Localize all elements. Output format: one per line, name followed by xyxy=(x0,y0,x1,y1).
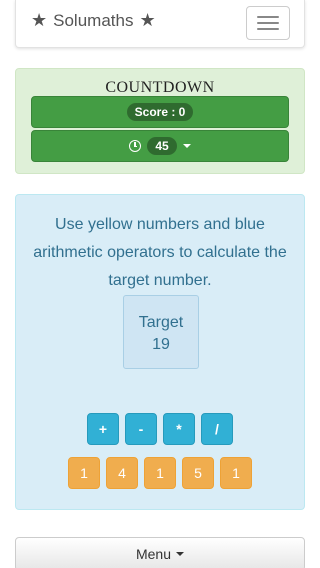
operator-button-divide[interactable]: / xyxy=(201,413,233,445)
brand[interactable]: ★ Solumaths ★ xyxy=(31,10,156,31)
instructions-text: Use yellow numbers and blue arithmetic o… xyxy=(33,216,287,289)
operator-button-plus[interactable]: + xyxy=(87,413,119,445)
menu-dropdown-button[interactable]: Menu xyxy=(15,537,305,568)
timer-dropdown-button[interactable]: 45 xyxy=(31,130,289,162)
hamburger-icon-bar xyxy=(257,16,279,18)
number-button[interactable]: 1 xyxy=(68,457,100,489)
operator-row: + - * / xyxy=(16,413,304,445)
operator-button-minus[interactable]: - xyxy=(125,413,157,445)
number-button[interactable]: 4 xyxy=(106,457,138,489)
game-status-panel: COUNTDOWN Score : 0 45 xyxy=(15,68,305,174)
navbar: ★ Solumaths ★ xyxy=(15,0,305,48)
operator-button-multiply[interactable]: * xyxy=(163,413,195,445)
caret-down-icon xyxy=(176,552,185,556)
target-value: 19 xyxy=(152,336,170,353)
number-button[interactable]: 5 xyxy=(182,457,214,489)
caret-down-icon xyxy=(182,144,191,148)
brand-label: Solumaths xyxy=(53,10,134,30)
target-label: Target xyxy=(138,314,184,331)
clock-icon xyxy=(129,140,142,152)
star-icon: ★ xyxy=(139,10,156,30)
star-icon: ★ xyxy=(31,10,48,30)
score-button[interactable]: Score : 0 xyxy=(31,96,289,128)
score-badge: Score : 0 xyxy=(126,103,194,121)
target-box: Target 19 xyxy=(123,295,199,369)
menu-toggle-button[interactable] xyxy=(246,6,290,40)
menu-label: Menu xyxy=(135,546,172,562)
timer-badge: 45 xyxy=(147,137,177,155)
hamburger-icon-bar xyxy=(257,28,279,30)
hamburger-icon-bar xyxy=(257,22,279,24)
puzzle-panel: Use yellow numbers and blue arithmetic o… xyxy=(15,194,305,510)
game-title: COUNTDOWN xyxy=(105,79,215,96)
number-button[interactable]: 1 xyxy=(220,457,252,489)
number-row: 1 4 1 5 1 xyxy=(16,457,304,489)
number-button[interactable]: 1 xyxy=(144,457,176,489)
